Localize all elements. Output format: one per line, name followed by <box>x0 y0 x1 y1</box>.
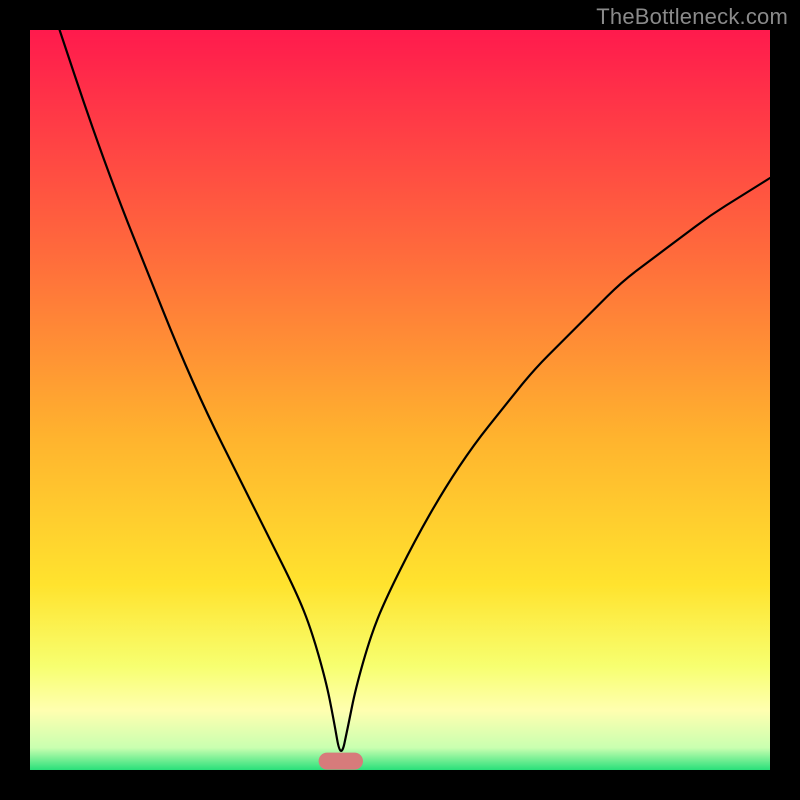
chart-frame: TheBottleneck.com <box>0 0 800 800</box>
gradient-background <box>30 30 770 770</box>
watermark-text: TheBottleneck.com <box>596 4 788 30</box>
plot-svg <box>30 30 770 770</box>
vertex-marker <box>319 753 363 770</box>
plot-area <box>30 30 770 770</box>
